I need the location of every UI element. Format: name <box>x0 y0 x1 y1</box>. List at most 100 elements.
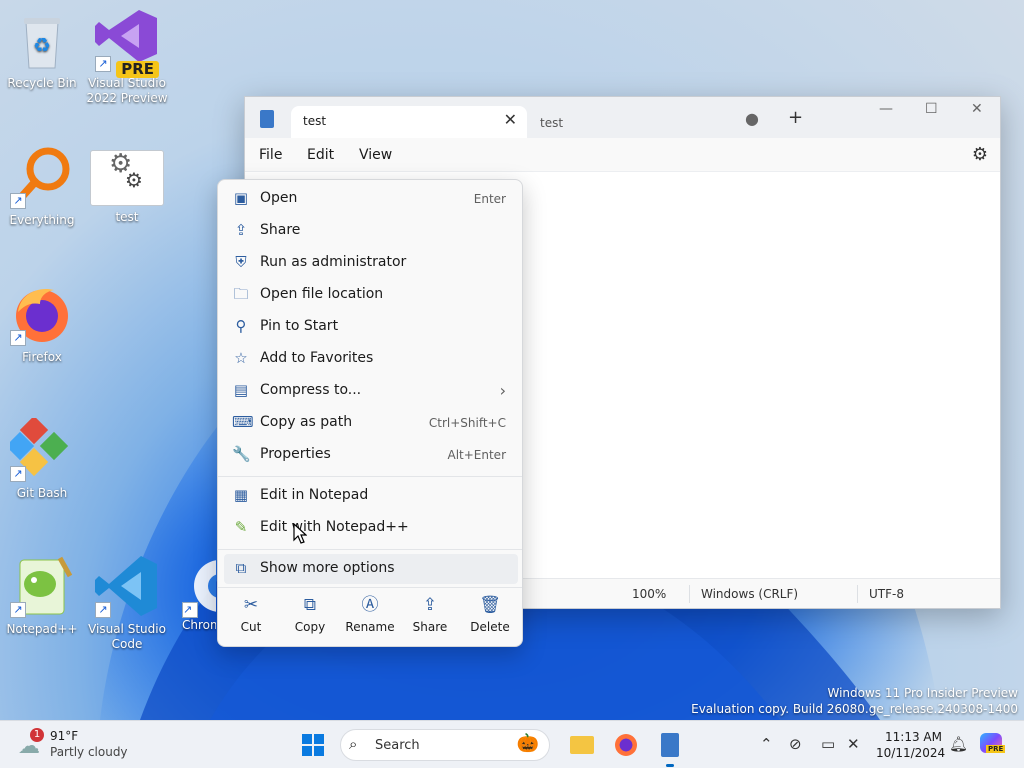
ctx-share[interactable]: ⇪ Share <box>224 216 518 246</box>
gear-icon: ⚙ <box>125 168 143 192</box>
ctx-edit-with-notepad-plus-plus[interactable]: ✎ Edit with Notepad++ <box>224 513 518 543</box>
ctx-label: Open file location <box>260 286 384 302</box>
ctx-label: Share <box>260 222 301 238</box>
notepad-menu-bar: File Edit View ⚙ <box>245 138 1000 172</box>
notepad-icon <box>661 733 679 757</box>
tab-title: test <box>303 114 327 128</box>
ctx-pin-to-start[interactable]: ⚲ Pin to Start <box>224 312 518 342</box>
everything-magnifier-icon: ↗ <box>10 145 74 209</box>
submenu-chevron-icon: › <box>499 381 506 400</box>
desktop-icon-label: Recycle Bin <box>7 76 77 90</box>
copilot-button[interactable]: PRE <box>980 733 1006 757</box>
menu-file[interactable]: File <box>259 147 282 163</box>
archive-icon: ▤ <box>233 381 249 399</box>
pumpkin-icon: 🎃 <box>516 733 539 754</box>
desktop-icon-label: Firefox <box>22 350 62 364</box>
desktop-icon-notepad-plus-plus[interactable]: ↗ Notepad++ <box>0 554 84 637</box>
notepad-tab-active[interactable]: test ✕ <box>291 106 527 138</box>
desktop-icon-test[interactable]: ⚙ ⚙ test <box>85 150 169 225</box>
notepad-tab-second[interactable]: test <box>540 116 563 130</box>
shortcut-arrow-icon: ↗ <box>10 602 26 618</box>
ctx-copy-button[interactable]: ⧉ Copy <box>282 594 338 634</box>
chrome-icon: ↗ <box>182 554 216 618</box>
desktop-icon-vscode[interactable]: ↗ Visual Studio Code <box>85 554 169 652</box>
ctx-open[interactable]: ▣ Open Enter <box>224 184 518 214</box>
ctx-properties[interactable]: 🔧 Properties Alt+Enter <box>224 440 518 470</box>
notepad-app-icon <box>260 110 274 128</box>
menu-edit[interactable]: Edit <box>307 147 334 163</box>
file-explorer-button[interactable] <box>566 729 598 761</box>
notepad-taskbar-button[interactable] <box>654 729 686 767</box>
status-zoom: 100% <box>632 587 667 601</box>
volume-muted-icon[interactable]: ✕ <box>847 735 860 753</box>
search-placeholder: Search <box>375 738 420 753</box>
menu-view[interactable]: View <box>359 147 392 163</box>
ctx-shortcut: Ctrl+Shift+C <box>428 416 506 430</box>
notepad-tab-bar: test ✕ test ● + — ☐ ✕ <box>245 97 1000 138</box>
desktop-icon-everything[interactable]: ↗ Everything <box>0 145 84 228</box>
shield-icon: ⛨ <box>235 253 247 271</box>
ctx-rename-button[interactable]: Ⓐ Rename <box>342 594 398 634</box>
network-disconnected-icon[interactable]: ⊘ <box>789 735 802 753</box>
taskbar-search-box[interactable]: ⌕ Search 🎃 <box>340 729 550 761</box>
notification-bell-icon[interactable]: 🔔︎ <box>949 735 968 753</box>
ctx-add-to-favorites[interactable]: ☆ Add to Favorites <box>224 344 518 374</box>
status-line-ending: Windows (CRLF) <box>701 587 799 601</box>
ctx-label: Run as administrator <box>260 254 407 270</box>
shortcut-arrow-icon: ↗ <box>95 602 111 618</box>
ctx-edit-in-notepad[interactable]: ▦ Edit in Notepad <box>224 481 518 511</box>
close-window-button[interactable]: ✕ <box>971 101 983 117</box>
ctx-separator <box>218 549 522 550</box>
ctx-label: Properties <box>260 446 331 462</box>
wrench-icon: 🔧 <box>232 445 251 463</box>
taskbar-clock[interactable]: 11:13 AM 10/11/2024 <box>876 729 945 761</box>
show-hidden-icons-chevron-icon[interactable]: ⌃ <box>760 735 773 753</box>
start-button[interactable] <box>297 729 329 761</box>
desktop-icon-recycle-bin[interactable]: ♻ Recycle Bin <box>0 8 84 91</box>
settings-gear-icon[interactable]: ⚙ <box>972 144 988 165</box>
ctx-run-as-admin[interactable]: ⛨ Run as administrator <box>224 248 518 278</box>
ctx-cut-button[interactable]: ✂ Cut <box>223 594 279 634</box>
star-icon: ☆ <box>234 349 248 367</box>
ctx-open-file-location[interactable]: 🗀 Open file location <box>224 280 518 310</box>
desktop-icon-label: Notepad++ <box>6 622 78 636</box>
ctx-label: Open <box>260 190 298 206</box>
desktop-icon-label: Everything <box>9 213 75 227</box>
folder-icon <box>570 736 594 754</box>
shortcut-arrow-icon: ↗ <box>95 56 111 72</box>
desktop-icon-chrome[interactable]: ↗ Chrom <box>170 554 216 633</box>
vscode-icon: ↗ <box>95 554 159 618</box>
settings-file-icon: ⚙ ⚙ <box>90 150 164 206</box>
shortcut-arrow-icon: ↗ <box>10 330 26 346</box>
ctx-bottom-label: Copy <box>294 620 326 634</box>
context-menu: ▣ Open Enter ⇪ Share ⛨ Run as administra… <box>217 179 523 647</box>
display-icon[interactable]: ▭ <box>821 735 835 753</box>
minimize-button[interactable]: — <box>879 101 893 117</box>
ctx-shortcut: Enter <box>473 192 506 206</box>
weather-widget[interactable]: ☁ 1 91°F Partly cloudy <box>16 728 146 762</box>
clock-time: 11:13 AM <box>885 730 942 744</box>
ctx-copy-as-path[interactable]: ⌨ Copy as path Ctrl+Shift+C <box>224 408 518 438</box>
ctx-show-more-options[interactable]: ⧉ Show more options <box>224 554 518 584</box>
desktop-icon-git-bash[interactable]: ↗ Git Bash <box>0 415 84 501</box>
copilot-pre-badge: PRE <box>986 745 1006 753</box>
watermark-line-1: Windows 11 Pro Insider Preview <box>827 686 1018 700</box>
ctx-share-button[interactable]: ⇪ Share <box>402 594 458 634</box>
git-bash-icon: ↗ <box>5 415 74 482</box>
desktop-icon-firefox[interactable]: ↗ Firefox <box>0 282 84 365</box>
open-window-icon: ▣ <box>233 189 249 207</box>
windows-watermark: Windows 11 Pro Insider Preview Evaluatio… <box>691 685 1018 717</box>
desktop-icon-visual-studio-preview[interactable]: PRE ↗ Visual Studio 2022 Preview <box>85 8 169 106</box>
maximize-button[interactable]: ☐ <box>925 101 938 117</box>
ctx-bottom-label: Rename <box>345 620 395 634</box>
tab-close-icon[interactable]: ✕ <box>504 110 517 129</box>
firefox-icon <box>615 734 637 756</box>
temperature: 91°F <box>50 729 79 743</box>
new-tab-button[interactable]: + <box>788 107 803 128</box>
firefox-taskbar-button[interactable] <box>610 729 642 761</box>
ctx-compress-to[interactable]: ▤ Compress to... › <box>224 376 518 406</box>
ctx-delete-button[interactable]: 🗑 Delete <box>462 594 518 634</box>
desktop-icon-label: Git Bash <box>16 486 68 500</box>
scissors-icon: ✂ <box>243 595 259 615</box>
svg-text:♻: ♻ <box>33 33 51 57</box>
